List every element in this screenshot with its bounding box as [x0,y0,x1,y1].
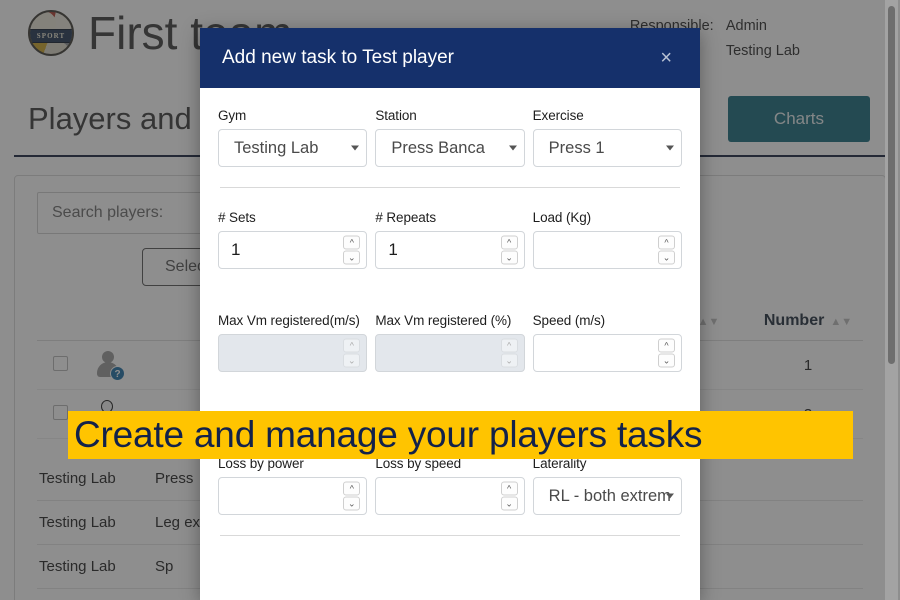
modal-title: Add new task to Test player [222,47,454,68]
max-vm-pct-stepper: ^ ⌄ [375,334,525,372]
stepper-down-icon: ⌄ [343,353,361,368]
field-max-vm-pct: Max Vm registered (%) ^ ⌄ [375,313,525,372]
stepper-icons[interactable]: ^ ⌄ [500,235,518,265]
field-label: Station [375,108,417,123]
stepper-up-icon[interactable]: ^ [657,235,675,250]
stepper-up-icon: ^ [500,338,518,353]
caption-banner: Create and manage your players tasks [68,411,853,459]
stepper-down-icon[interactable]: ⌄ [500,250,518,265]
modal-body: Gym Testing Lab Station Press Banca Exer… [200,88,700,546]
stepper-icons: ^ ⌄ [500,338,518,368]
field-loss-power: Loss by power ^ ⌄ [218,456,368,515]
stepper-up-icon[interactable]: ^ [343,235,361,250]
add-task-modal: Add new task to Test player × Gym Testin… [200,28,700,600]
exercise-select[interactable]: Press 1 [532,129,682,167]
caption-banner-text: Create and manage your players tasks [74,414,703,455]
field-label: # Sets [218,210,256,225]
field-load: Load (Kg) ^ ⌄ [532,210,682,269]
laterality-select[interactable]: RL - both extrem [532,477,682,515]
stepper-down-icon[interactable]: ⌄ [500,496,518,511]
close-icon[interactable]: × [654,44,678,72]
field-label: Max Vm registered(m/s) [218,313,360,328]
stepper-up-icon[interactable]: ^ [657,338,675,353]
field-label: Load (Kg) [532,210,592,225]
app-root: SPORT First team Responsible: Admin Gym:… [0,0,900,600]
field-sets: # Sets 1 ^ ⌄ [218,210,368,269]
sets-stepper[interactable]: 1 ^ ⌄ [218,231,368,269]
form-row-3: Max Vm registered(m/s) ^ ⌄ Max Vm registe… [218,313,682,372]
field-loss-speed: Loss by speed ^ ⌄ [375,456,525,515]
field-gym: Gym Testing Lab [218,108,368,167]
stepper-down-icon[interactable]: ⌄ [343,250,361,265]
field-label: Exercise [532,108,584,123]
speed-stepper[interactable]: ^ ⌄ [532,334,682,372]
field-value: Press Banca [391,138,485,157]
field-speed: Speed (m/s) ^ ⌄ [532,313,682,372]
station-select[interactable]: Press Banca [375,129,525,167]
gym-select[interactable]: Testing Lab [218,129,368,167]
field-value: 1 [388,240,398,259]
stepper-up-icon: ^ [343,338,361,353]
stepper-up-icon[interactable]: ^ [343,481,361,496]
field-max-vm-ms: Max Vm registered(m/s) ^ ⌄ [218,313,368,372]
field-laterality: Laterality RL - both extrem [532,456,682,515]
stepper-down-icon: ⌄ [500,353,518,368]
field-label: Gym [218,108,247,123]
stepper-icons: ^ ⌄ [343,338,361,368]
stepper-icons[interactable]: ^ ⌄ [657,235,675,265]
field-station: Station Press Banca [375,108,525,167]
modal-header: Add new task to Test player × [200,28,700,88]
field-value: Testing Lab [234,138,319,157]
load-stepper[interactable]: ^ ⌄ [532,231,682,269]
stepper-icons[interactable]: ^ ⌄ [657,338,675,368]
chevron-down-icon[interactable] [351,145,360,151]
scrollbar-thumb[interactable] [888,6,895,364]
repeats-stepper[interactable]: 1 ^ ⌄ [375,231,525,269]
stepper-down-icon[interactable]: ⌄ [657,353,675,368]
chevron-down-icon[interactable] [508,145,517,151]
field-repeats: # Repeats 1 ^ ⌄ [375,210,525,269]
max-vm-ms-stepper: ^ ⌄ [218,334,368,372]
loss-speed-stepper[interactable]: ^ ⌄ [375,477,525,515]
vertical-scrollbar[interactable] [885,0,898,600]
stepper-down-icon[interactable]: ⌄ [343,496,361,511]
stepper-up-icon[interactable]: ^ [500,481,518,496]
stepper-up-icon[interactable]: ^ [500,235,518,250]
field-label: Max Vm registered (%) [375,313,512,328]
chevron-down-icon[interactable] [665,145,674,151]
form-row-2: # Sets 1 ^ ⌄ # Repeats 1 ^ ⌄ Load (Kg) ^… [218,210,682,269]
field-value: Press 1 [548,138,605,157]
field-value: 1 [231,240,241,259]
field-label: Speed (m/s) [532,313,606,328]
stepper-icons[interactable]: ^ ⌄ [500,481,518,511]
stepper-icons[interactable]: ^ ⌄ [343,481,361,511]
form-divider-2 [220,535,680,536]
form-row-1: Gym Testing Lab Station Press Banca Exer… [218,108,682,167]
field-value: RL - both extrem [548,486,671,505]
loss-power-stepper[interactable]: ^ ⌄ [218,477,368,515]
field-exercise: Exercise Press 1 [532,108,682,167]
chevron-down-icon[interactable] [665,493,674,499]
stepper-icons[interactable]: ^ ⌄ [343,235,361,265]
field-label: # Repeats [375,210,436,225]
stepper-down-icon[interactable]: ⌄ [657,250,675,265]
form-row-4: Loss by power ^ ⌄ Loss by speed ^ ⌄ Latera… [218,456,682,515]
